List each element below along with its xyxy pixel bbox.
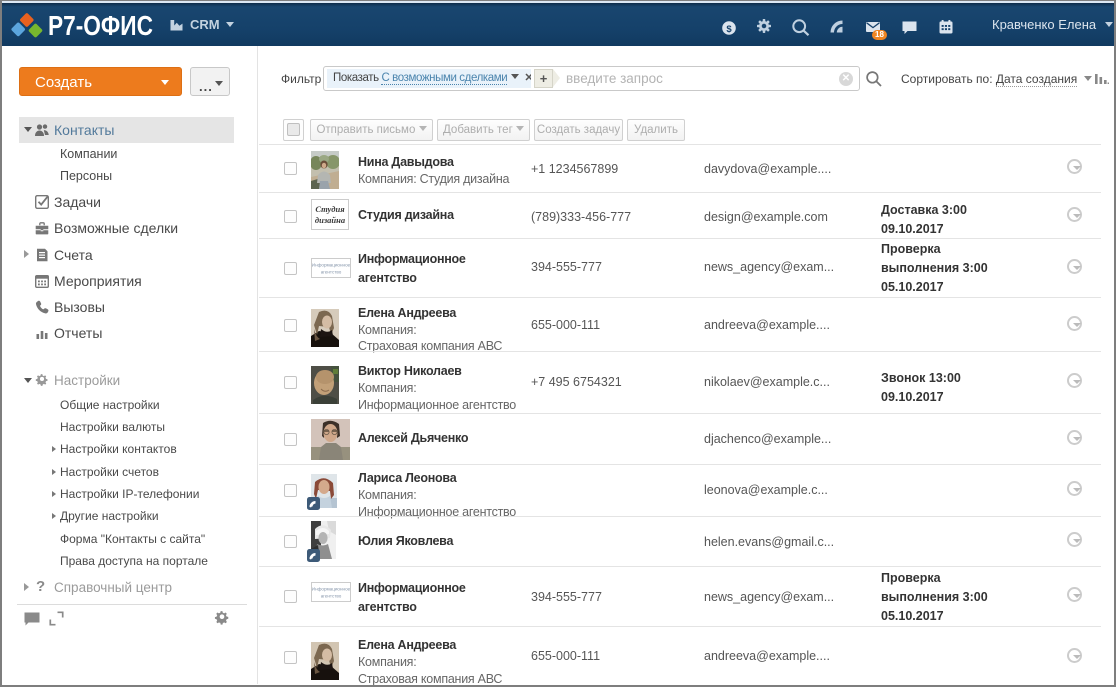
svg-text:дизайна: дизайна — [315, 215, 346, 225]
svg-text:Информационное: Информационное — [312, 587, 351, 592]
svg-text:Студия: Студия — [315, 204, 345, 214]
svg-text:агентство: агентство — [321, 594, 342, 599]
svg-text:Информационное: Информационное — [312, 263, 351, 268]
svg-text:$: $ — [726, 24, 732, 35]
svg-text:агентство: агентство — [321, 270, 342, 275]
